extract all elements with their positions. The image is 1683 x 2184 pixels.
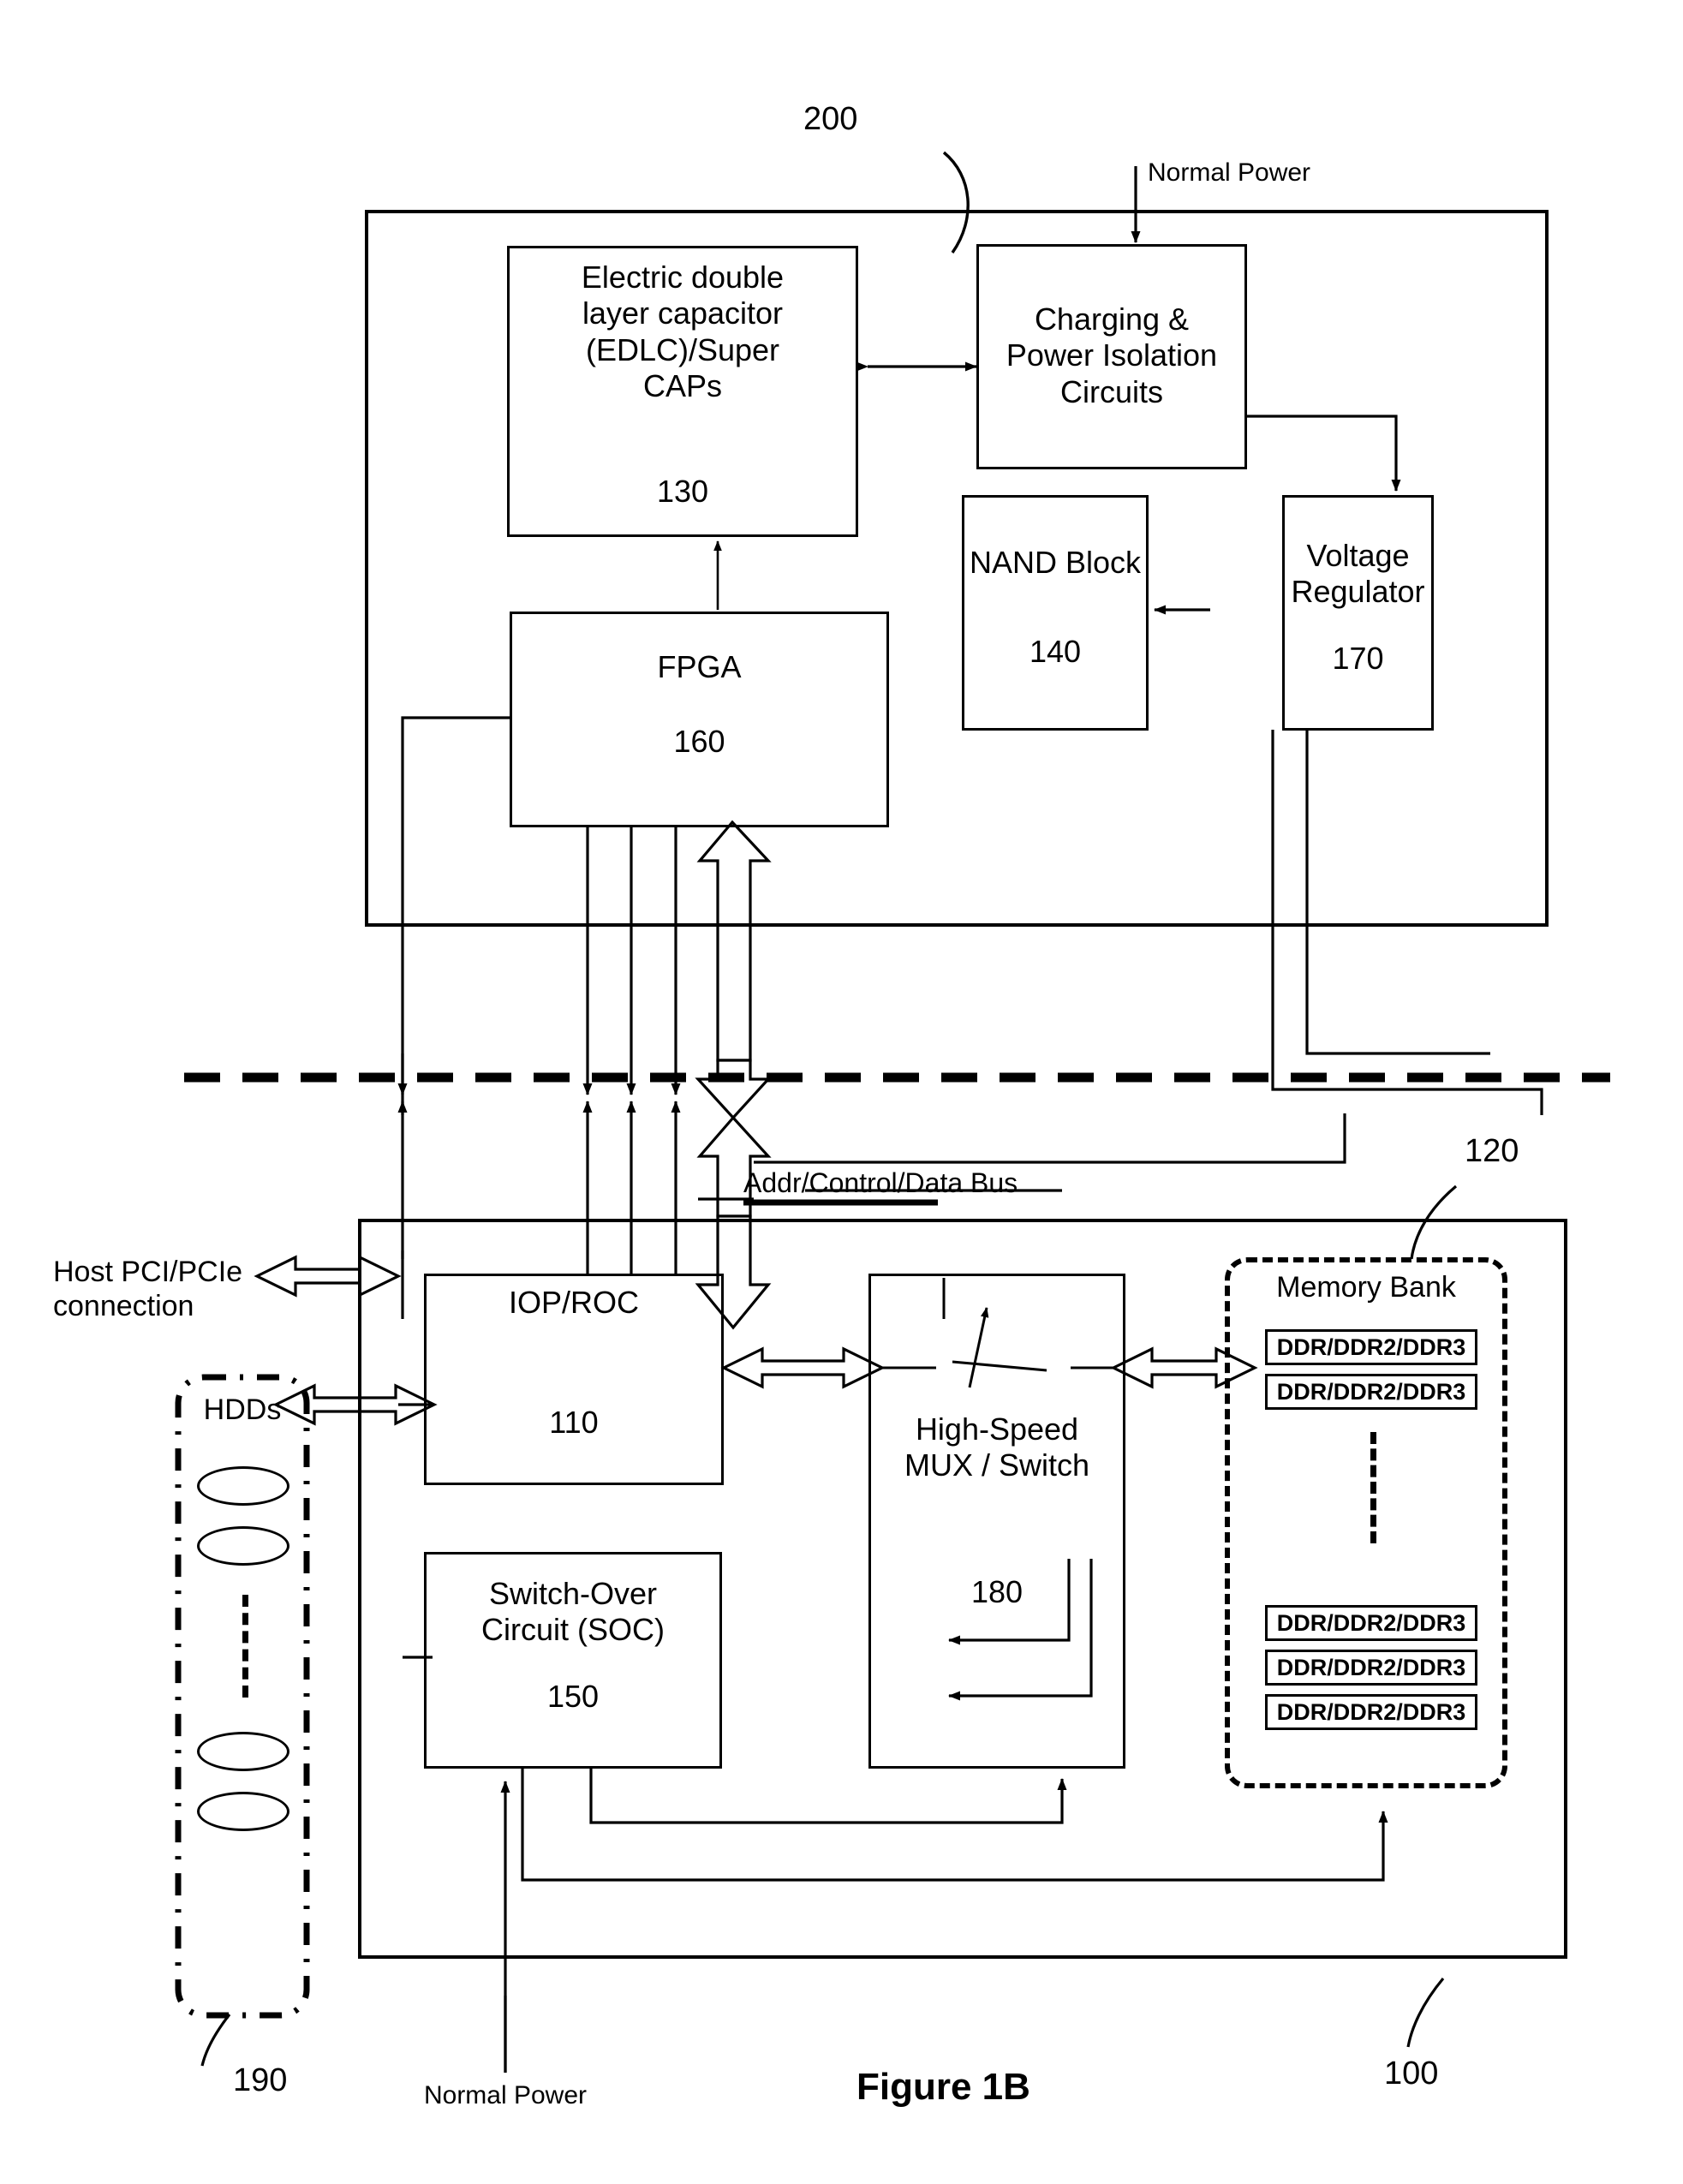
block-voltage-regulator-label: Voltage Regulator — [1291, 538, 1425, 610]
block-iop-roc-number: 110 — [549, 1405, 599, 1440]
bus-label: Addr/Control/Data Bus — [743, 1167, 1018, 1198]
hdd-platter — [197, 1792, 289, 1831]
memory-module: DDR/DDR2/DDR3 — [1265, 1329, 1477, 1365]
block-iop-roc-label: IOP/ROC — [508, 1285, 639, 1320]
reference-numeral-120: 120 — [1465, 1133, 1519, 1169]
block-nand-number: 140 — [1029, 634, 1082, 669]
hdd-platter — [197, 1466, 289, 1506]
block-high-speed-mux-switch-number: 180 — [970, 1574, 1024, 1609]
hdds-ellipsis — [242, 1595, 248, 1698]
block-switch-over-circuit-label: Switch-Over Circuit (SOC) — [481, 1576, 665, 1648]
memory-bank-ellipsis — [1370, 1432, 1376, 1543]
block-switch-over-circuit-number: 150 — [546, 1679, 600, 1714]
figure-caption: Figure 1B — [856, 2066, 1030, 2108]
memory-module: DDR/DDR2/DDR3 — [1265, 1694, 1477, 1730]
block-charging-power-isolation-label: Charging & Power Isolation Circuits — [1006, 301, 1218, 409]
memory-module: DDR/DDR2/DDR3 — [1265, 1605, 1477, 1641]
block-edlc-label: Electric double layer capacitor (EDLC)/S… — [581, 260, 785, 404]
block-voltage-regulator[interactable] — [1282, 495, 1434, 731]
memory-module: DDR/DDR2/DDR3 — [1265, 1374, 1477, 1410]
block-fpga[interactable] — [510, 612, 889, 827]
memory-module: DDR/DDR2/DDR3 — [1265, 1650, 1477, 1686]
block-nand[interactable] — [962, 495, 1149, 731]
normal-power-bottom-label: Normal Power — [423, 2081, 588, 2109]
block-nand-label: NAND Block — [969, 545, 1142, 580]
block-high-speed-mux-switch-label: High-Speed MUX / Switch — [904, 1411, 1090, 1483]
reference-numeral-100: 100 — [1384, 2056, 1439, 2092]
block-voltage-regulator-number: 170 — [1332, 641, 1384, 676]
reference-numeral-190: 190 — [233, 2062, 288, 2098]
hdd-platter — [197, 1732, 289, 1771]
host-connection-label: Host PCI/PCIe connection — [53, 1256, 243, 1323]
block-edlc-number: 130 — [656, 474, 709, 509]
hdd-platter — [197, 1526, 289, 1566]
memory-bank-title: Memory Bank — [1276, 1271, 1456, 1304]
block-fpga-number: 160 — [673, 724, 725, 759]
block-fpga-label: FPGA — [657, 649, 742, 684]
patent-figure-1b: Electric double layer capacitor (EDLC)/S… — [0, 0, 1683, 2184]
hdds-title: HDDs — [203, 1393, 282, 1426]
normal-power-top-label: Normal Power — [1148, 158, 1311, 187]
reference-numeral-200: 200 — [803, 101, 858, 137]
block-high-speed-mux-switch[interactable] — [868, 1274, 1125, 1769]
